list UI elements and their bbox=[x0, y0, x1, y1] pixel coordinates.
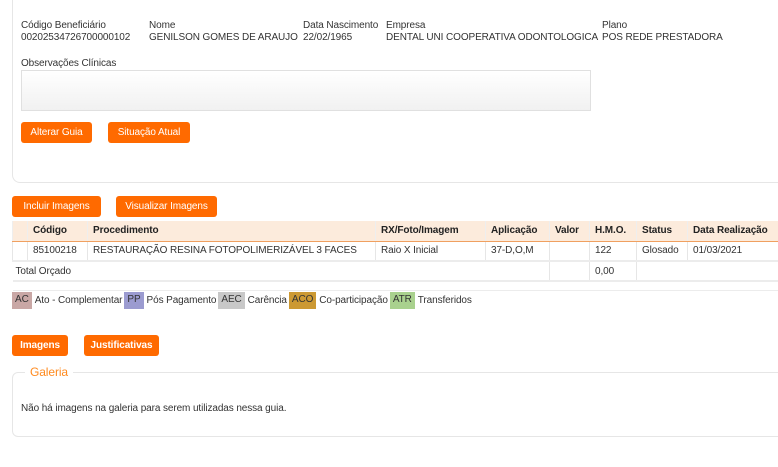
cell-hmo: 122 bbox=[589, 241, 637, 262]
justificativas-button[interactable]: Justificativas bbox=[84, 335, 159, 356]
field-value: GENILSON GOMES DE ARAUJO bbox=[149, 32, 298, 43]
situacao-atual-button[interactable]: Situação Atual bbox=[108, 122, 190, 143]
cell-codigo: 85100218 bbox=[27, 241, 88, 262]
spacer-row bbox=[12, 281, 778, 291]
field-codigo-beneficiario: Código Beneficiário 00202534726700000102 bbox=[21, 20, 130, 44]
total-label: Total Orçado bbox=[12, 261, 550, 282]
field-value: 00202534726700000102 bbox=[21, 32, 131, 43]
cell-procedimento: RESTAURAÇÃO RESINA FOTOPOLIMERIZÁVEL 3 F… bbox=[87, 241, 376, 262]
legend-label: Transferidos bbox=[417, 295, 472, 306]
field-value: 22/02/1965 bbox=[303, 32, 353, 43]
column-header-status[interactable]: Status bbox=[636, 221, 688, 242]
cell-aplicacao: 37-D,O,M bbox=[485, 241, 550, 262]
cell-valor bbox=[549, 241, 590, 262]
select-column-header bbox=[12, 221, 28, 242]
total-valor bbox=[549, 261, 590, 282]
total-hmo: 0,00 bbox=[589, 261, 637, 282]
legend-swatch-ac: AC bbox=[12, 292, 32, 309]
legend-label: Pós Pagamento bbox=[146, 295, 217, 306]
field-label: Código Beneficiário bbox=[21, 20, 106, 31]
field-label: Plano bbox=[602, 20, 628, 31]
total-row: Total Orçado 0,00 bbox=[12, 261, 778, 282]
observations-label: Observações Clínicas bbox=[21, 58, 117, 69]
field-label: Data Nascimento bbox=[303, 20, 379, 31]
gallery-empty-message: Não há imagens na galeria para serem uti… bbox=[21, 403, 287, 414]
table-header-row: Código Procedimento RX/Foto/Imagem Aplic… bbox=[12, 221, 778, 242]
column-header-procedimento[interactable]: Procedimento bbox=[87, 221, 376, 242]
cell-data: 01/03/2021 bbox=[687, 241, 778, 262]
observations-textarea[interactable] bbox=[21, 70, 591, 111]
column-header-aplicacao[interactable]: Aplicação bbox=[485, 221, 550, 242]
legend-swatch-atr: ATR bbox=[389, 292, 415, 309]
column-header-hmo[interactable]: H.M.O. bbox=[589, 221, 637, 242]
legend-swatch-pp: PP bbox=[124, 292, 144, 309]
row-select-cell[interactable] bbox=[12, 241, 28, 262]
legend-swatch-aco: ACO bbox=[288, 292, 317, 309]
field-empresa: Empresa DENTAL UNI COOPERATIVA ODONTOLOG… bbox=[386, 20, 598, 44]
column-header-codigo[interactable]: Código bbox=[27, 221, 88, 242]
field-value: DENTAL UNI COOPERATIVA ODONTOLOGICA bbox=[386, 32, 599, 43]
field-nome: Nome GENILSON GOMES DE ARAUJO bbox=[149, 20, 298, 44]
legend-label: Carência bbox=[247, 295, 287, 306]
gallery-title: Galeria bbox=[25, 365, 73, 379]
field-data-nascimento: Data Nascimento 22/02/1965 bbox=[303, 20, 378, 44]
field-label: Nome bbox=[149, 20, 176, 31]
column-header-rx[interactable]: RX/Foto/Imagem bbox=[375, 221, 486, 242]
column-header-valor[interactable]: Valor bbox=[549, 221, 590, 242]
legend-swatch-aec: AEC bbox=[218, 292, 245, 309]
legend-label: Co-participação bbox=[319, 295, 388, 306]
imagens-button[interactable]: Imagens bbox=[12, 335, 68, 356]
table-row[interactable]: 85100218 RESTAURAÇÃO RESINA FOTOPOLIMERI… bbox=[12, 241, 778, 262]
procedures-table: Código Procedimento RX/Foto/Imagem Aplic… bbox=[12, 221, 778, 291]
visualizar-imagens-button[interactable]: Visualizar Imagens bbox=[116, 196, 217, 217]
incluir-imagens-button[interactable]: Incluir Imagens bbox=[12, 196, 101, 217]
cell-rx: Raio X Inicial bbox=[375, 241, 486, 262]
total-rest bbox=[636, 261, 778, 282]
field-label: Empresa bbox=[386, 20, 426, 31]
status-legend: AC Ato - Complementar PP Pós Pagamento AEC… bbox=[12, 292, 474, 309]
cell-status: Glosado bbox=[636, 241, 688, 262]
alterar-guia-button[interactable]: Alterar Guia bbox=[21, 122, 92, 143]
legend-label: Ato - Complementar bbox=[34, 295, 123, 306]
column-header-data[interactable]: Data Realização bbox=[687, 221, 778, 242]
field-plano: Plano POS REDE PRESTADORA bbox=[602, 20, 723, 44]
field-value: POS REDE PRESTADORA bbox=[602, 32, 723, 43]
